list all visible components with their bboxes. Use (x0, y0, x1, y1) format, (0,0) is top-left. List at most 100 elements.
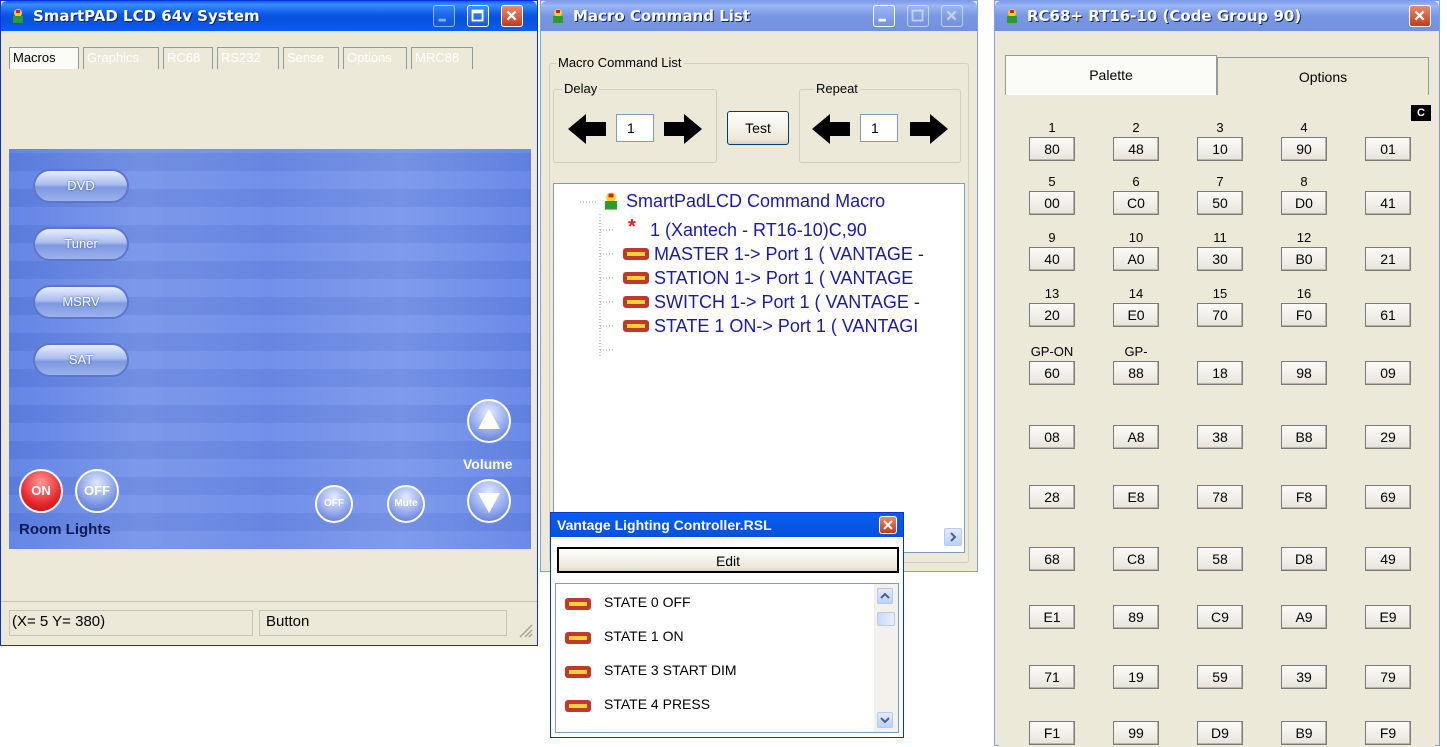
tab-options[interactable]: Options (1217, 57, 1429, 95)
list-item-state1[interactable]: STATE 1 ON (604, 628, 684, 644)
lights-off-button[interactable]: OFF (75, 469, 119, 513)
tab-mrc88[interactable]: MRC88 (411, 47, 473, 69)
dvd-button[interactable]: DVD (33, 169, 129, 203)
palette-code-button[interactable]: 40 (1029, 247, 1075, 271)
scroll-up-button[interactable] (877, 588, 893, 604)
delay-increase-icon[interactable] (662, 112, 704, 146)
scroll-right-button[interactable] (944, 528, 962, 546)
delay-decrease-icon[interactable] (566, 112, 608, 146)
design-canvas[interactable]: DVD Tuner MSRV SAT ON OFF Room Lights Vo… (9, 149, 531, 549)
palette-code-button[interactable]: 10 (1197, 137, 1243, 161)
vantage-titlebar[interactable]: Vantage Lighting Controller.RSL (551, 513, 903, 537)
palette-code-button[interactable]: F1 (1029, 721, 1075, 745)
macro-titlebar[interactable]: Macro Command List (541, 1, 977, 31)
palette-code-button[interactable]: 78 (1197, 485, 1243, 509)
palette-code-button[interactable]: A0 (1113, 247, 1159, 271)
palette-code-button[interactable]: 28 (1029, 485, 1075, 509)
palette-code-button[interactable]: 68 (1029, 547, 1075, 571)
tab-rc68[interactable]: RC68 (163, 47, 213, 69)
close-button[interactable] (941, 5, 963, 27)
volume-down-button[interactable] (467, 479, 511, 523)
repeat-decrease-icon[interactable] (810, 112, 852, 146)
maximize-button[interactable] (467, 5, 489, 27)
tree-item-state[interactable]: STATE 1 ON-> Port 1 ( VANTAGI (654, 314, 918, 338)
palette-code-button[interactable]: 09 (1365, 361, 1411, 385)
palette-code-button[interactable]: 59 (1197, 665, 1243, 689)
palette-code-button[interactable]: A8 (1113, 425, 1159, 449)
edit-button[interactable]: Edit (557, 547, 899, 573)
close-button[interactable] (1409, 5, 1431, 27)
palette-code-button[interactable]: 08 (1029, 425, 1075, 449)
msrv-button[interactable]: MSRV (33, 285, 129, 319)
delay-value-field[interactable]: 1 (616, 114, 654, 142)
palette-code-button[interactable]: C0 (1113, 191, 1159, 215)
rc68-titlebar[interactable]: RC68+ RT16-10 (Code Group 90) (995, 1, 1439, 31)
volume-up-button[interactable] (467, 399, 511, 443)
palette-code-button[interactable]: 41 (1365, 191, 1411, 215)
palette-code-button[interactable]: 80 (1029, 137, 1075, 161)
tree-item-rt16[interactable]: 1 (Xantech - RT16-10)C,90 (650, 218, 867, 242)
palette-code-button[interactable]: 18 (1197, 361, 1243, 385)
palette-code-button[interactable]: 79 (1365, 665, 1411, 689)
palette-code-button[interactable]: F0 (1281, 303, 1327, 327)
repeat-value-field[interactable]: 1 (860, 114, 898, 142)
vantage-scrollbar[interactable] (874, 584, 898, 732)
maximize-button[interactable] (907, 5, 929, 27)
lights-on-button[interactable]: ON (19, 469, 63, 513)
repeat-increase-icon[interactable] (908, 112, 950, 146)
palette-code-button[interactable]: D8 (1281, 547, 1327, 571)
mute-button[interactable]: Mute (387, 485, 425, 523)
palette-code-button[interactable]: 30 (1197, 247, 1243, 271)
palette-code-button[interactable]: 21 (1365, 247, 1411, 271)
palette-code-button[interactable]: F8 (1281, 485, 1327, 509)
palette-code-button[interactable]: 38 (1197, 425, 1243, 449)
palette-code-button[interactable]: 00 (1029, 191, 1075, 215)
minimize-button[interactable] (433, 5, 455, 27)
palette-code-button[interactable]: E8 (1113, 485, 1159, 509)
palette-code-button[interactable]: 29 (1365, 425, 1411, 449)
tab-graphics[interactable]: Graphics (83, 47, 159, 69)
palette-code-button[interactable]: 70 (1197, 303, 1243, 327)
power-off-button[interactable]: OFF (315, 485, 353, 523)
list-item-state4[interactable]: STATE 4 PRESS (604, 696, 710, 712)
palette-code-button[interactable]: D0 (1281, 191, 1327, 215)
palette-code-button[interactable]: 61 (1365, 303, 1411, 327)
tree-item-switch[interactable]: SWITCH 1-> Port 1 ( VANTAGE - (654, 290, 920, 314)
palette-code-button[interactable]: D9 (1197, 721, 1243, 745)
scroll-thumb[interactable] (877, 612, 895, 626)
tab-palette[interactable]: Palette (1005, 55, 1217, 95)
smartpad-titlebar[interactable]: SmartPAD LCD 64v System (1, 1, 537, 31)
tab-macros[interactable]: Macros (9, 47, 79, 69)
palette-code-button[interactable]: E1 (1029, 605, 1075, 629)
palette-code-button[interactable]: E9 (1365, 605, 1411, 629)
palette-code-button[interactable]: 88 (1113, 361, 1159, 385)
palette-code-button[interactable]: 49 (1365, 547, 1411, 571)
palette-code-button[interactable]: 60 (1029, 361, 1075, 385)
palette-code-button[interactable]: 89 (1113, 605, 1159, 629)
palette-code-button[interactable]: 50 (1197, 191, 1243, 215)
tab-sense[interactable]: Sense (283, 47, 339, 69)
palette-code-button[interactable]: C9 (1197, 605, 1243, 629)
palette-code-button[interactable]: 71 (1029, 665, 1075, 689)
palette-code-button[interactable]: 90 (1281, 137, 1327, 161)
palette-code-button[interactable]: 98 (1281, 361, 1327, 385)
tab-options[interactable]: Options (343, 47, 407, 69)
list-item-state3[interactable]: STATE 3 START DIM (604, 662, 737, 678)
palette-code-button[interactable]: 48 (1113, 137, 1159, 161)
palette-code-button[interactable]: 19 (1113, 665, 1159, 689)
palette-code-button[interactable]: E0 (1113, 303, 1159, 327)
vantage-list[interactable]: STATE 0 OFF STATE 1 ON STATE 3 START DIM… (555, 583, 899, 733)
list-item-state0[interactable]: STATE 0 OFF (604, 594, 691, 610)
close-button[interactable] (879, 516, 897, 534)
scroll-down-button[interactable] (877, 712, 893, 728)
tuner-button[interactable]: Tuner (33, 227, 129, 261)
minimize-button[interactable] (873, 5, 895, 27)
close-button[interactable] (501, 5, 523, 27)
macro-tree[interactable]: SmartPadLCD Command Macro * 1 (Xantech -… (553, 183, 965, 553)
palette-code-button[interactable]: 01 (1365, 137, 1411, 161)
palette-code-button[interactable]: B9 (1281, 721, 1327, 745)
tree-item-station[interactable]: STATION 1-> Port 1 ( VANTAGE (654, 266, 913, 290)
palette-code-button[interactable]: B0 (1281, 247, 1327, 271)
resize-grip-icon[interactable] (517, 622, 533, 638)
palette-code-button[interactable]: C8 (1113, 547, 1159, 571)
